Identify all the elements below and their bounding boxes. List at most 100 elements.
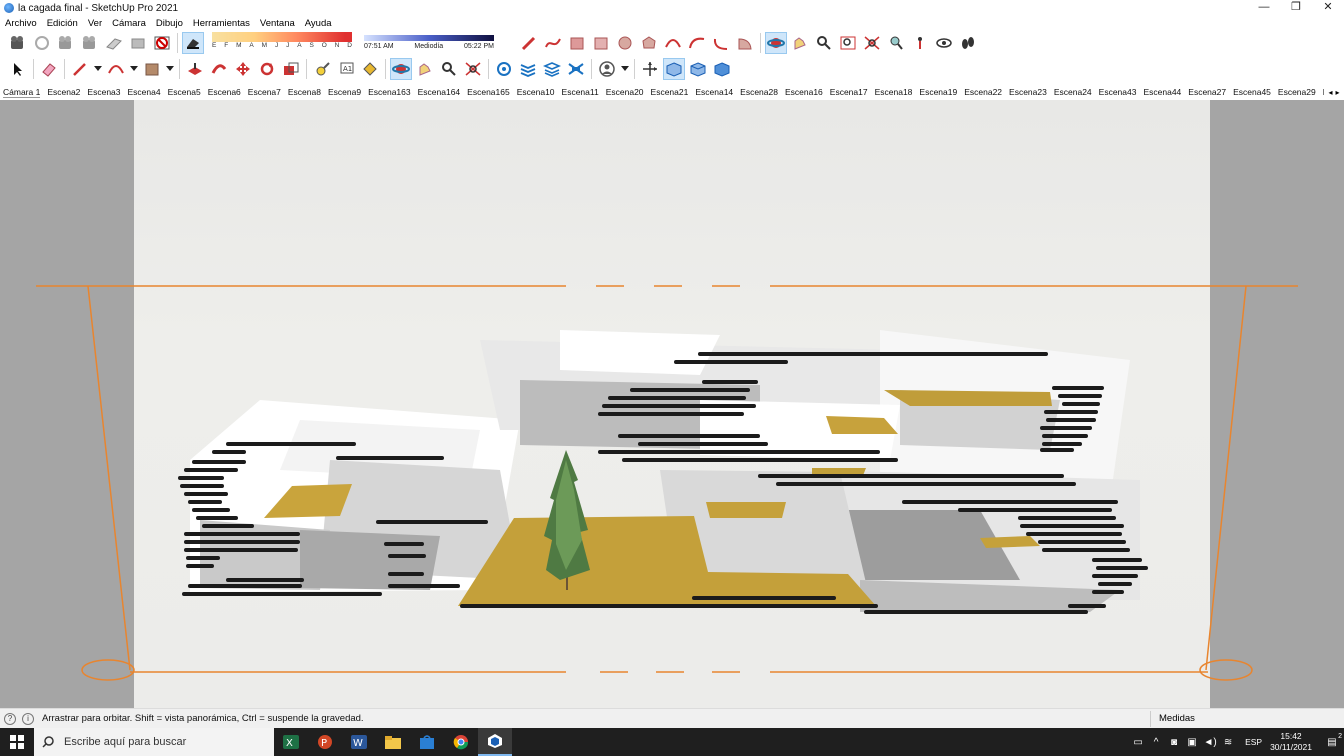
scene-tab[interactable]: Escena43 <box>1099 87 1137 97</box>
circle-icon[interactable] <box>614 32 636 54</box>
minimize-button[interactable]: — <box>1248 0 1280 16</box>
arc-tool-icon[interactable] <box>105 58 127 80</box>
rotate-icon[interactable] <box>256 58 278 80</box>
scene-tab[interactable]: Escena27 <box>1188 87 1226 97</box>
powerpoint-app-icon[interactable]: P <box>308 728 342 756</box>
menu-camara[interactable]: Cámara <box>112 18 146 29</box>
clock[interactable]: 15:42 30/11/2021 <box>1270 731 1312 753</box>
geolocation-icon[interactable]: ? <box>4 712 16 725</box>
follow-me-icon[interactable] <box>208 58 230 80</box>
menu-edicion[interactable]: Edición <box>47 18 78 29</box>
store-app-icon[interactable] <box>410 728 444 756</box>
scene-previous-icon[interactable] <box>55 32 77 54</box>
scene-tab[interactable]: Escena23 <box>1009 87 1047 97</box>
word-app-icon[interactable]: W <box>342 728 376 756</box>
scene-next-icon[interactable] <box>79 32 101 54</box>
scene-tab[interactable]: Escena5 <box>168 87 201 97</box>
scene-tab[interactable]: Escena9 <box>328 87 361 97</box>
walk-icon[interactable] <box>957 32 979 54</box>
orbit-icon[interactable] <box>765 32 787 54</box>
orbit-tool-icon[interactable] <box>390 58 412 80</box>
top-view-icon[interactable] <box>687 58 709 80</box>
warehouse-icon[interactable] <box>493 58 515 80</box>
extension-manager-icon[interactable] <box>565 58 587 80</box>
chevron-down-icon[interactable] <box>620 58 630 80</box>
chevron-left-icon[interactable]: ◂ <box>1328 88 1332 97</box>
extension-warehouse-icon[interactable] <box>517 58 539 80</box>
excel-app-icon[interactable]: X <box>274 728 308 756</box>
file-explorer-icon[interactable] <box>376 728 410 756</box>
scene-tab[interactable]: Escena22 <box>964 87 1002 97</box>
scene-tab[interactable]: Escena17 <box>830 87 868 97</box>
shadow-time-slider[interactable]: 07:51 AM Mediodía 05:22 PM <box>364 32 494 54</box>
pan-icon[interactable] <box>789 32 811 54</box>
select-icon[interactable] <box>7 58 29 80</box>
layers-icon[interactable] <box>541 58 563 80</box>
shape-tool-icon[interactable] <box>141 58 163 80</box>
shadow-date-slider[interactable]: E F M A M J J A S O N D <box>208 32 358 54</box>
menu-dibujo[interactable]: Dibujo <box>156 18 183 29</box>
chevron-right-icon[interactable]: ▸ <box>1336 88 1340 97</box>
scene-tab[interactable]: Escena7 <box>248 87 281 97</box>
menu-archivo[interactable]: Archivo <box>5 18 37 29</box>
scene-tab[interactable]: Escena3 <box>87 87 120 97</box>
scene-tab[interactable]: Escena8 <box>288 87 321 97</box>
position-camera-icon[interactable] <box>909 32 931 54</box>
language-indicator[interactable]: ESP <box>1245 737 1262 747</box>
scene-tab[interactable]: Escena18 <box>875 87 913 97</box>
scene-tab[interactable]: Escena6 <box>208 87 241 97</box>
close-button[interactable]: ✕ <box>1312 0 1344 16</box>
scene-tab[interactable]: Escena21 <box>651 87 689 97</box>
chevron-down-icon[interactable] <box>165 58 175 80</box>
chrome-app-icon[interactable] <box>444 728 478 756</box>
look-around-icon[interactable] <box>933 32 955 54</box>
two-point-arc-icon[interactable] <box>686 32 708 54</box>
maximize-button[interactable]: ❐ <box>1280 0 1312 16</box>
zoom-window-icon[interactable] <box>837 32 859 54</box>
scene-tab[interactable]: Escena19 <box>919 87 957 97</box>
speaker-icon[interactable]: ◄) <box>1201 737 1219 748</box>
scene-tab[interactable]: Escena24 <box>1054 87 1092 97</box>
scene-tab[interactable]: Escena45 <box>1233 87 1271 97</box>
scene-tab[interactable]: Escena4 <box>128 87 161 97</box>
scene-tab[interactable]: Escena14 <box>695 87 733 97</box>
zoom-extents-tool-icon[interactable] <box>462 58 484 80</box>
section-cut-icon[interactable] <box>127 32 149 54</box>
scene-tab[interactable]: Escena28 <box>740 87 778 97</box>
update-scene-icon[interactable] <box>31 32 53 54</box>
push-pull-icon[interactable] <box>184 58 206 80</box>
zoom-icon[interactable] <box>813 32 835 54</box>
rectangle-icon[interactable] <box>566 32 588 54</box>
rotated-rectangle-icon[interactable] <box>590 32 612 54</box>
sketchup-taskbar-icon[interactable] <box>478 728 512 756</box>
axes-icon[interactable] <box>639 58 661 80</box>
scale-icon[interactable] <box>280 58 302 80</box>
scene-tab[interactable]: Escena11 <box>562 87 599 97</box>
camera-icon[interactable]: ◙ <box>1165 737 1183 748</box>
three-point-arc-icon[interactable] <box>710 32 732 54</box>
pencil-icon[interactable] <box>518 32 540 54</box>
eraser-icon[interactable] <box>38 58 60 80</box>
tape-measure-icon[interactable] <box>311 58 333 80</box>
shadows-toggle-icon[interactable] <box>182 32 204 54</box>
scene-tab-scroll[interactable]: ◂ ▸ <box>1324 84 1344 100</box>
scene-tab[interactable]: Escena16 <box>785 87 823 97</box>
scene-tab[interactable]: Escena29 <box>1278 87 1316 97</box>
arc-icon[interactable] <box>662 32 684 54</box>
no-scene-icon[interactable] <box>151 32 173 54</box>
scene-tab[interactable]: Escena165 <box>467 87 510 97</box>
add-scene-icon[interactable] <box>7 32 29 54</box>
start-button[interactable] <box>0 728 34 756</box>
notifications-icon[interactable]: ▤ 2 <box>1320 733 1344 748</box>
scene-tab[interactable]: Escena2 <box>47 87 80 97</box>
freehand-icon[interactable] <box>542 32 564 54</box>
scene-tab[interactable]: Escena163 <box>368 87 411 97</box>
model-viewport[interactable] <box>0 100 1344 708</box>
section-plane-icon[interactable] <box>103 32 125 54</box>
scene-tab[interactable]: Escena44 <box>1143 87 1181 97</box>
scene-tab[interactable]: Cámara 1 <box>3 87 41 98</box>
line-icon[interactable] <box>69 58 91 80</box>
measurements-box[interactable]: Medidas <box>1150 711 1344 727</box>
zoom-tool-icon[interactable] <box>438 58 460 80</box>
account-icon[interactable] <box>596 58 618 80</box>
